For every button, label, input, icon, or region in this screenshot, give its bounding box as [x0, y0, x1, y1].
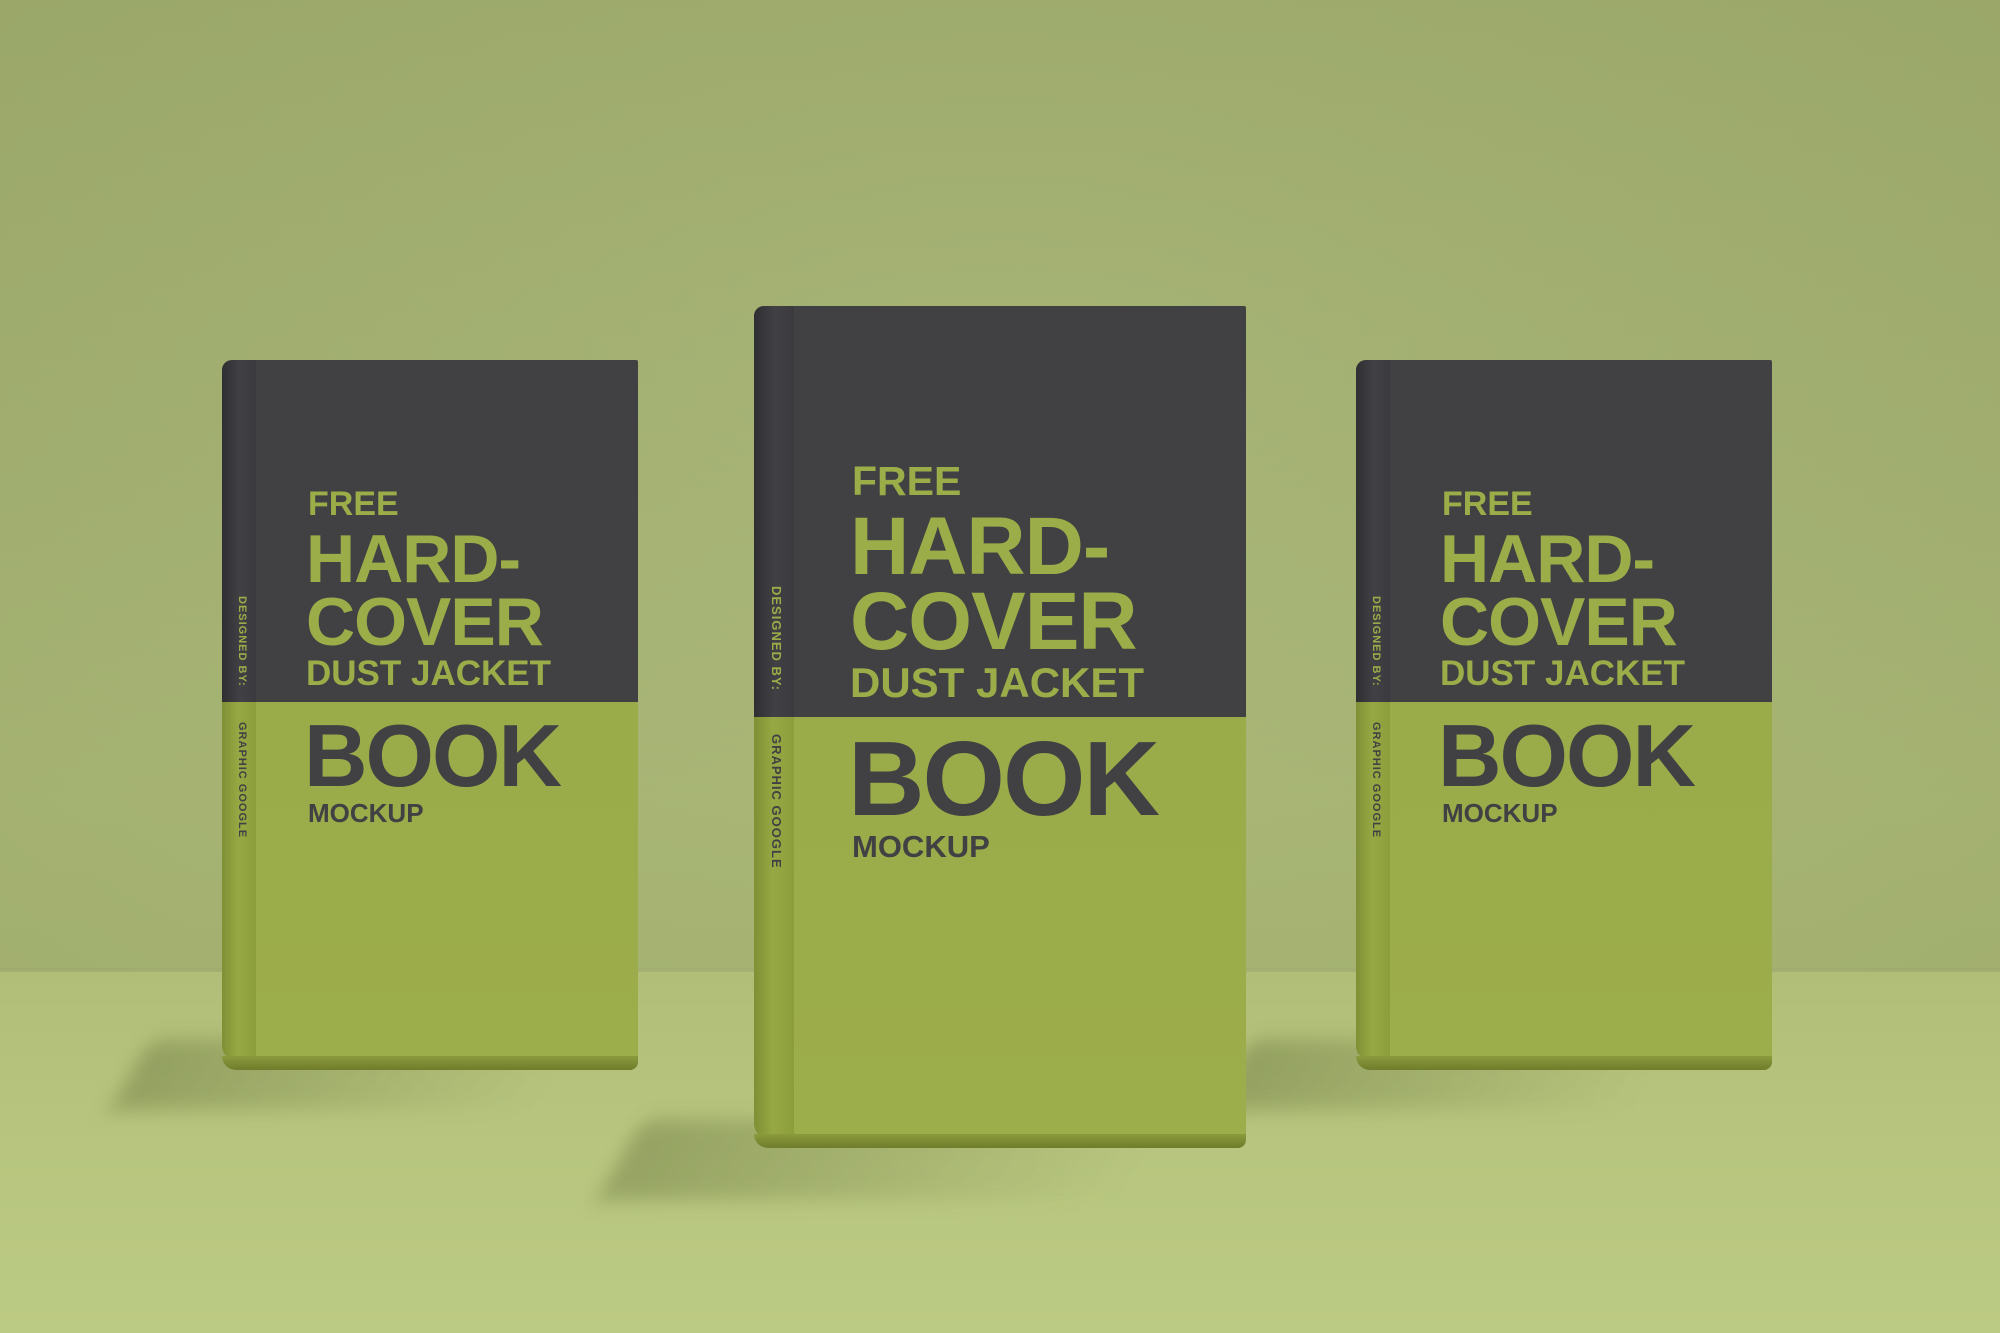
cover-free: FREE — [308, 485, 399, 523]
spine-designed-by: DESIGNED BY: — [769, 586, 784, 691]
book-center: FREE HARD- COVER DUST JACKET BOOK MOCKUP… — [754, 306, 1246, 1148]
cover-free: FREE — [1442, 485, 1533, 523]
cover-book: BOOK — [304, 706, 562, 805]
spine-designed-by: DESIGNED BY: — [236, 596, 248, 687]
cover-free: FREE — [852, 458, 962, 504]
spine-graphic-google: GRAPHIC GOOGLE — [769, 734, 784, 869]
cover-cover: COVER — [1440, 584, 1678, 660]
spine-graphic-google: GRAPHIC GOOGLE — [236, 722, 248, 839]
book-spine — [754, 306, 796, 1138]
cover-book: BOOK — [848, 720, 1160, 838]
book-bottom-edge — [754, 1134, 1246, 1148]
cover-mockup: MOCKUP — [1442, 798, 1558, 828]
cover-cover: COVER — [850, 576, 1138, 667]
book-spine — [222, 360, 258, 1060]
spine-graphic-google: GRAPHIC GOOGLE — [1370, 722, 1382, 839]
spine-designed-by: DESIGNED BY: — [1370, 596, 1382, 687]
book-bottom-edge — [222, 1056, 638, 1070]
cover-dust-jacket: DUST JACKET — [306, 654, 552, 693]
cover-cover: COVER — [306, 584, 544, 660]
book-cover: FREE HARD- COVER DUST JACKET BOOK MOCKUP — [1390, 360, 1772, 1060]
cover-mockup: MOCKUP — [308, 798, 424, 828]
cover-hard: HARD- — [1440, 521, 1655, 597]
book-right: FREE HARD- COVER DUST JACKET BOOK MOCKUP… — [1356, 360, 1772, 1070]
cover-hard: HARD- — [306, 521, 521, 597]
cover-mockup: MOCKUP — [852, 829, 990, 864]
book-cover: FREE HARD- COVER DUST JACKET BOOK MOCKUP — [794, 306, 1246, 1138]
cover-book: BOOK — [1438, 706, 1696, 805]
scene-background: FREE HARD- COVER DUST JACKET BOOK MOCKUP… — [0, 0, 2000, 1333]
cover-dust-jacket: DUST JACKET — [1440, 654, 1686, 693]
cover-dust-jacket: DUST JACKET — [850, 659, 1145, 706]
book-bottom-edge — [1356, 1056, 1772, 1070]
book-spine — [1356, 360, 1392, 1060]
book-left: FREE HARD- COVER DUST JACKET BOOK MOCKUP… — [222, 360, 638, 1070]
book-cover: FREE HARD- COVER DUST JACKET BOOK MOCKUP — [256, 360, 638, 1060]
